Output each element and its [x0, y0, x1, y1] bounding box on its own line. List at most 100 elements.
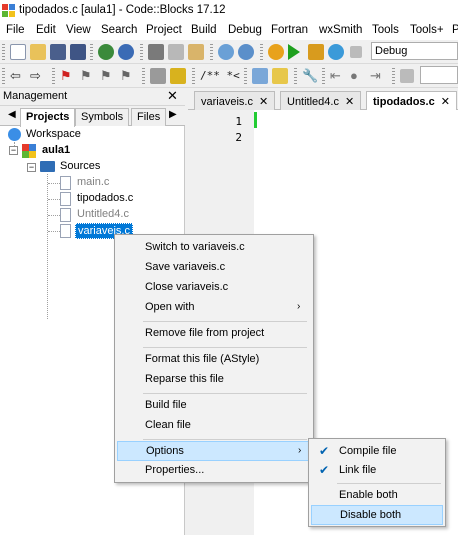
menu-clean-file[interactable]: Clean file — [117, 416, 311, 436]
debug-next-icon[interactable]: ⇥ — [370, 68, 386, 84]
menu-options[interactable]: Options › — [117, 441, 311, 461]
replace-icon[interactable] — [238, 44, 254, 60]
menu-view[interactable]: View — [66, 24, 91, 36]
secondary-toolbar: ⇦ ⇨ ⚑ ⚑ ⚑ ⚑ /** *< 🔧 ⇤ ● ⇥ — [0, 64, 458, 88]
toolbar-grip[interactable] — [140, 44, 143, 60]
help-icon[interactable] — [272, 68, 288, 84]
toolbar-grip[interactable] — [294, 68, 297, 84]
toolbar-grip[interactable] — [392, 68, 395, 84]
toolbar-grip[interactable] — [192, 68, 195, 84]
close-panel-button[interactable]: ✕ — [167, 88, 178, 104]
paste-icon[interactable] — [188, 44, 204, 60]
toolbar-grip[interactable] — [322, 68, 325, 84]
prev-bookmark-icon[interactable]: ⚑ — [80, 68, 96, 84]
wrench-icon[interactable]: 🔧 — [302, 68, 318, 84]
menu-edit[interactable]: Edit — [36, 24, 56, 36]
toolbar-grip[interactable] — [2, 44, 5, 60]
editor-tab-variaveis[interactable]: variaveis.c ✕ — [194, 91, 276, 110]
close-tab-icon[interactable]: ✕ — [259, 96, 268, 108]
editor-tab-untitled4[interactable]: Untitled4.c ✕ — [280, 91, 362, 110]
close-tab-icon[interactable]: ✕ — [441, 96, 450, 108]
project-label: aula1 — [42, 144, 71, 156]
toolbar-grip[interactable] — [260, 44, 263, 60]
tab-scroll-right-icon[interactable]: ▶ — [169, 109, 177, 120]
menu-wxsmith[interactable]: wxSmith — [319, 24, 362, 36]
menu-tools-plus[interactable]: Tools+ — [410, 24, 444, 36]
save-all-icon[interactable] — [70, 44, 86, 60]
debug-breakpoint-icon[interactable]: ● — [350, 68, 366, 84]
menu-compile-file[interactable]: ✔ Compile file — [311, 442, 443, 462]
menu-label: Options — [146, 445, 184, 457]
abort-icon[interactable] — [350, 46, 362, 58]
menu-link-file[interactable]: ✔ Link file — [311, 461, 443, 481]
menu-open-with[interactable]: Open with › — [117, 298, 311, 318]
bookmark-flag-icon[interactable]: ⚑ — [60, 68, 76, 84]
toolbar-grip[interactable] — [90, 44, 93, 60]
menu-project[interactable]: Project — [146, 24, 182, 36]
save-icon[interactable] — [50, 44, 66, 60]
rebuild-icon[interactable] — [328, 44, 344, 60]
arrow-right-icon[interactable]: ⇨ — [30, 68, 46, 84]
arrow-left-icon[interactable]: ⇦ — [10, 68, 26, 84]
menu-build-file[interactable]: Build file — [117, 396, 311, 416]
toolbar-grip[interactable] — [210, 44, 213, 60]
build-gear-icon[interactable] — [268, 44, 284, 60]
doxygen-comment-button[interactable]: /** *< — [200, 69, 240, 82]
copy-icon[interactable] — [168, 44, 184, 60]
file-icon — [60, 224, 71, 238]
toolbar-grip[interactable] — [52, 68, 55, 84]
build-target-select[interactable]: Debug — [371, 42, 458, 60]
run-icon[interactable] — [288, 44, 300, 60]
title-bar: tipodados.c [aula1] - Code::Blocks 17.12 — [0, 0, 458, 22]
menu-remove-file[interactable]: Remove file from project — [117, 324, 311, 344]
next-bookmark-icon[interactable]: ⚑ — [100, 68, 116, 84]
options-submenu: ✔ Compile file ✔ Link file Enable both D… — [308, 438, 446, 527]
menu-close-file[interactable]: Close variaveis.c — [117, 278, 311, 298]
menu-plugins[interactable]: P — [452, 24, 458, 36]
tab-scroll-left-icon[interactable]: ◀ — [8, 109, 16, 120]
management-header: Management ✕ — [0, 88, 185, 106]
toolbar-search-input[interactable] — [420, 66, 458, 84]
collapse-project-icon[interactable]: − — [9, 146, 18, 155]
menu-fortran[interactable]: Fortran — [271, 24, 308, 36]
tab-symbols[interactable]: Symbols — [75, 108, 130, 126]
menu-properties[interactable]: Properties... — [117, 461, 311, 481]
clear-bookmarks-icon[interactable]: ⚑ — [120, 68, 136, 84]
file-label: tipodados.c — [77, 192, 134, 204]
menu-file[interactable]: File — [6, 24, 25, 36]
menu-debug[interactable]: Debug — [228, 24, 262, 36]
menu-save-file[interactable]: Save variaveis.c — [117, 258, 311, 278]
doc-window-icon[interactable] — [252, 68, 268, 84]
find-icon[interactable] — [218, 44, 234, 60]
menu-tools[interactable]: Tools — [372, 24, 399, 36]
close-tab-icon[interactable]: ✕ — [345, 96, 354, 108]
build-and-run-icon[interactable] — [308, 44, 324, 60]
editor-tab-tipodados[interactable]: tipodados.c ✕ — [366, 91, 457, 111]
menu-disable-both[interactable]: Disable both — [311, 505, 443, 525]
menu-search[interactable]: Search — [101, 24, 137, 36]
redo-icon[interactable] — [118, 44, 134, 60]
open-folder-icon[interactable] — [30, 44, 46, 60]
highlight-icon[interactable] — [170, 68, 186, 84]
menu-switch-to[interactable]: Switch to variaveis.c — [117, 238, 311, 258]
file-icon — [60, 176, 71, 190]
menu-reparse-file[interactable]: Reparse this file — [117, 370, 311, 390]
jump-icon[interactable] — [150, 68, 166, 84]
debug-step-icon[interactable]: ⇤ — [330, 68, 346, 84]
search-go-icon[interactable] — [400, 69, 414, 83]
tab-projects[interactable]: Projects — [20, 108, 76, 127]
toolbar-grip[interactable] — [142, 68, 145, 84]
menu-format-astyle[interactable]: Format this file (AStyle) — [117, 350, 311, 370]
cut-icon[interactable] — [148, 44, 164, 60]
menu-separator — [337, 483, 441, 484]
collapse-sources-icon[interactable]: − — [27, 163, 36, 172]
submenu-arrow-icon: › — [297, 301, 301, 312]
tab-files[interactable]: Files — [131, 108, 167, 126]
undo-icon[interactable] — [98, 44, 114, 60]
new-file-icon[interactable] — [10, 44, 26, 60]
toolbar-grip[interactable] — [2, 68, 5, 84]
menu-enable-both[interactable]: Enable both — [311, 486, 443, 506]
menu-build[interactable]: Build — [191, 24, 217, 36]
tree-line — [48, 215, 60, 216]
toolbar-grip[interactable] — [244, 68, 247, 84]
